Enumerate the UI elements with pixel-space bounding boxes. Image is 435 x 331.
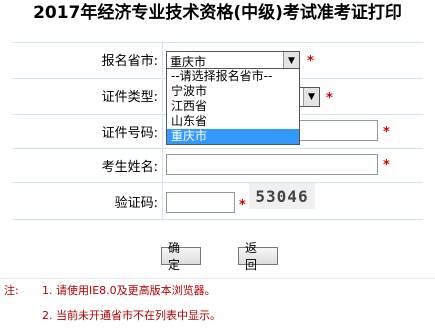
required-mark: * — [383, 158, 390, 173]
province-dropdown-list[interactable]: --请选择报名省市-- 宁波市 江西省 山东省 重庆市 — [166, 68, 300, 145]
dropdown-option-selected[interactable]: 重庆市 — [167, 129, 299, 144]
dropdown-option[interactable]: 江西省 — [167, 99, 299, 114]
captcha-label: 验证码: — [114, 195, 158, 211]
dropdown-option[interactable]: --请选择报名省市-- — [167, 69, 299, 84]
required-mark: * — [383, 125, 390, 140]
required-mark: * — [326, 91, 333, 106]
cell-divider — [162, 149, 163, 182]
page-title: 2017年经济专业技术资格(中级)考试准考证打印 — [33, 3, 402, 23]
required-mark: * — [307, 54, 314, 69]
cell-divider — [162, 183, 163, 219]
required-mark: * — [239, 198, 246, 213]
name-input[interactable] — [166, 154, 378, 175]
captcha-image[interactable]: 53046 — [249, 183, 315, 209]
note-line-1: 1. 请使用IE8.0及更高版本浏览器。 — [42, 284, 216, 297]
captcha-input[interactable] — [166, 192, 235, 213]
dropdown-option[interactable]: 山东省 — [167, 114, 299, 129]
notes-prefix: 注: — [4, 284, 19, 297]
cell-divider — [162, 115, 163, 148]
notes-panel: 注: 1. 请使用IE8.0及更高版本浏览器。 2. 当前未开通省市不在列表中显… — [0, 278, 435, 331]
dropdown-option[interactable]: 宁波市 — [167, 84, 299, 99]
confirm-button[interactable]: 确 定 — [161, 241, 201, 272]
name-label: 考生姓名: — [101, 160, 158, 175]
cell-divider — [162, 43, 163, 76]
cell-divider — [162, 79, 163, 112]
back-button[interactable]: 返 回 — [238, 241, 278, 272]
chevron-down-icon[interactable]: ▼ — [303, 88, 319, 106]
province-label: 报名省市: — [101, 54, 158, 69]
cert-number-label: 证件号码: — [101, 126, 158, 141]
note-line-2: 2. 当前未开通省市不在列表中显示。 — [42, 309, 221, 322]
cert-type-label: 证件类型: — [101, 90, 158, 105]
province-select-value: 重庆市 — [170, 54, 207, 69]
